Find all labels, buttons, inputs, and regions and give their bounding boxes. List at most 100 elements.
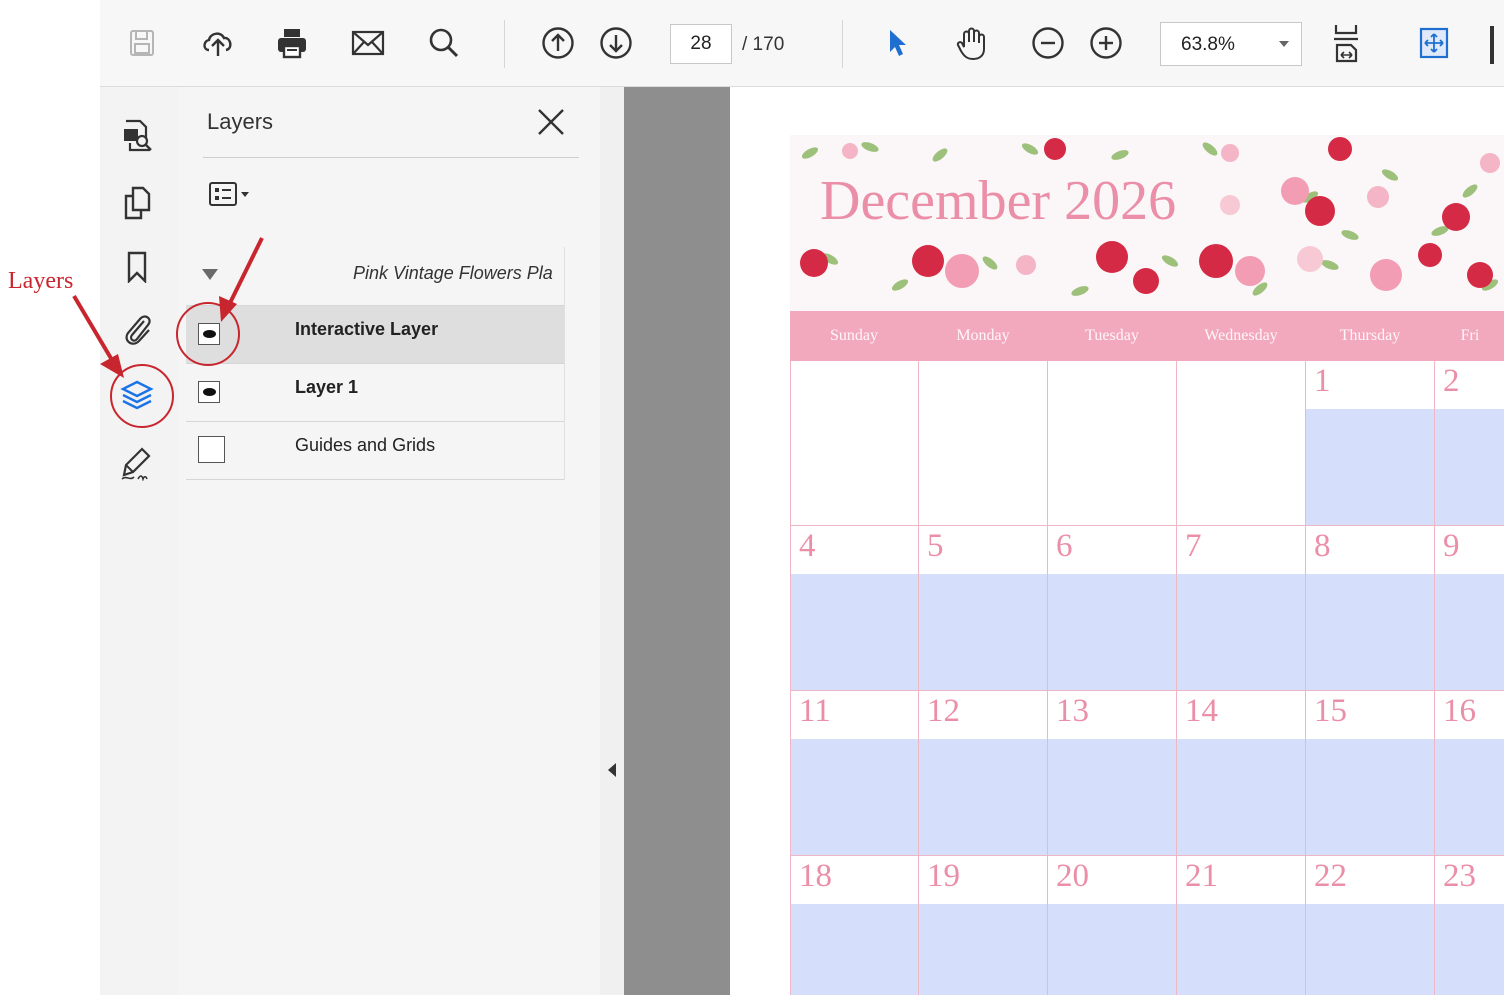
page-fit-icon[interactable] [1326,22,1366,64]
prev-page-icon[interactable] [538,22,578,64]
calendar-day-cell: 2 [1435,361,1504,526]
email-icon[interactable] [348,22,388,64]
upload-icon[interactable] [198,22,238,64]
calendar-day-cell [790,361,919,526]
annotation-circle-visibility [176,302,240,366]
weekday-header: Sunday Monday Tuesday Wednesday Thursday… [790,311,1504,361]
search-icon[interactable] [424,22,464,64]
day-note-field[interactable] [1048,574,1176,690]
day-note-field[interactable] [1048,904,1176,995]
day-note-field[interactable] [919,904,1047,995]
calendar-day-cell: 9 [1435,526,1504,691]
layers-tree: Pink Vintage Flowers Pla Interactive Lay… [186,247,565,480]
day-note-field[interactable] [919,574,1047,690]
day-note-field[interactable] [1435,904,1504,995]
weekday-label: Monday [956,327,1010,344]
page-total: / 170 [742,34,785,55]
calendar-day-cell: 22 [1306,856,1435,995]
toolbar-divider [504,20,505,68]
day-note-field[interactable] [1048,739,1176,855]
panel-collapse-handle[interactable] [600,87,625,995]
options-menu-button[interactable] [208,179,258,211]
calendar-day-cell: 6 [1048,526,1177,691]
day-note-field[interactable] [1177,739,1305,855]
signature-icon[interactable] [117,443,157,483]
day-number: 2 [1443,363,1460,399]
calendar-title: December 2026 [820,170,1177,232]
visibility-toggle[interactable] [198,436,225,463]
calendar-grid: 1 2 4 5 6 7 8 9 11 12 13 14 15 16 18 19 20 21 22 23 [790,361,1504,995]
day-note-field[interactable] [1306,574,1434,690]
layer-name: Guides and Grids [295,435,436,455]
panel-title: Layers [207,109,274,134]
layer-row-guides[interactable]: Guides and Grids [186,421,564,480]
save-icon[interactable] [122,22,162,64]
page-number-input[interactable]: 28 [670,24,732,64]
calendar-day-cell: 11 [790,691,919,856]
layer-group-root[interactable]: Pink Vintage Flowers Pla [186,247,564,305]
day-note-field[interactable] [1306,904,1434,995]
layer-row-interactive[interactable]: Interactive Layer [186,305,564,363]
calendar-day-cell: 1 [1306,361,1435,526]
zoom-out-icon[interactable] [1028,22,1068,64]
layer-row-layer1[interactable]: Layer 1 [186,363,564,421]
calendar-day-cell: 8 [1306,526,1435,691]
day-number: 14 [1185,693,1218,729]
day-note-field[interactable] [791,574,918,690]
day-number: 7 [1185,528,1202,564]
collapse-arrow-icon [608,763,616,777]
day-note-field[interactable] [1177,904,1305,995]
attachment-icon[interactable] [117,309,157,349]
day-note-field[interactable] [1435,409,1504,525]
calendar-day-cell: 18 [790,856,919,995]
layer-name: Interactive Layer [295,319,439,339]
day-number: 8 [1314,528,1331,564]
chevron-down-icon [1279,41,1289,47]
day-note-field[interactable] [919,739,1047,855]
day-note-field[interactable] [1435,739,1504,855]
calendar-day-cell [1177,361,1306,526]
top-toolbar: 28 / 170 63.8% [100,0,1504,87]
day-number: 23 [1443,858,1476,894]
toolbar-divider [842,20,843,68]
day-number: 1 [1314,363,1331,399]
zoom-in-icon[interactable] [1086,22,1126,64]
floral-banner: December 2026 [790,135,1504,311]
weekday-label: Sunday [830,327,878,344]
zoom-value: 63.8% [1181,34,1235,55]
expand-triangle-icon[interactable] [202,269,218,280]
calendar-day-cell: 21 [1177,856,1306,995]
document-gutter [624,87,730,995]
day-number: 5 [927,528,944,564]
scroll-mode-icon[interactable] [1414,22,1454,64]
copy-pages-icon[interactable] [117,183,157,223]
calendar-day-cell [919,361,1048,526]
day-number: 20 [1056,858,1089,894]
day-number: 4 [799,528,816,564]
document-page: December 2026 Sunday Monday Tuesday Wedn… [730,87,1504,995]
select-tool-icon[interactable] [878,22,918,64]
page-thumbnails-icon[interactable] [117,115,157,155]
day-number: 6 [1056,528,1073,564]
day-note-field[interactable] [1306,409,1434,525]
hand-tool-icon[interactable] [952,22,992,64]
visibility-toggle[interactable] [198,381,220,403]
day-note-field[interactable] [1177,574,1305,690]
day-number: 21 [1185,858,1218,894]
close-icon[interactable] [534,105,568,139]
day-note-field[interactable] [791,904,918,995]
day-number: 15 [1314,693,1347,729]
weekday-label: Wednesday [1204,327,1278,344]
zoom-dropdown[interactable]: 63.8% [1160,22,1302,66]
calendar-day-cell: 16 [1435,691,1504,856]
weekday-label: Thursday [1339,327,1401,344]
day-note-field[interactable] [1306,739,1434,855]
annotation-circle-layers [110,364,174,428]
panel-divider [203,157,579,158]
day-note-field[interactable] [791,739,918,855]
bookmark-icon[interactable] [117,247,157,287]
weekday-label: Fri [1460,327,1480,344]
print-icon[interactable] [272,22,312,64]
day-note-field[interactable] [1435,574,1504,690]
next-page-icon[interactable] [596,22,636,64]
